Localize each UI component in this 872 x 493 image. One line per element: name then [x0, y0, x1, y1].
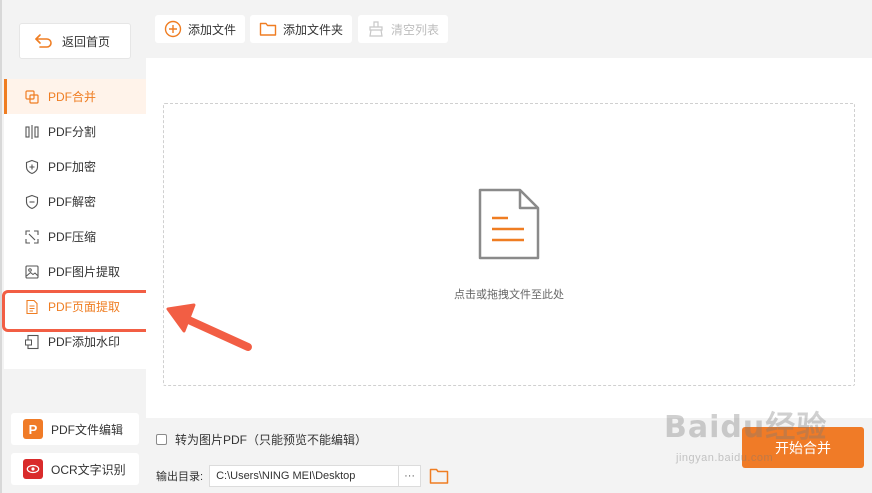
- compress-icon: [25, 229, 39, 244]
- shield-plus-icon: [25, 159, 39, 174]
- merge-icon: [25, 89, 39, 104]
- ocr-eye-icon: [23, 459, 43, 479]
- broom-icon: [369, 21, 383, 37]
- return-icon: [35, 34, 52, 48]
- watermark-url: jingyan.baidu.com: [676, 452, 774, 464]
- add-folder-label: 添加文件夹: [283, 22, 344, 37]
- file-list-area: 点击或拖拽文件至此处: [146, 58, 872, 418]
- nav-item-label: PDF图片提取: [48, 265, 121, 279]
- folder-icon: [259, 22, 277, 36]
- baidu-jingyan-watermark: Baidu经验: [664, 410, 828, 445]
- nav-item-pdf-compress[interactable]: PDF压缩: [4, 219, 146, 254]
- shield-minus-icon: [25, 194, 39, 209]
- pdf-editor-label: PDF文件编辑: [51, 422, 124, 437]
- convert-to-image-option[interactable]: 转为图片PDF（只能预览不能编辑）: [156, 431, 367, 448]
- nav-item-label: PDF压缩: [48, 230, 97, 244]
- nav-item-label: PDF添加水印: [48, 335, 121, 349]
- document-icon: [478, 188, 540, 260]
- image-icon: [25, 264, 39, 279]
- nav-item-label: PDF加密: [48, 160, 97, 174]
- ocr-button[interactable]: OCR文字识别: [11, 453, 139, 485]
- add-folder-button[interactable]: 添加文件夹: [250, 15, 353, 43]
- nav-item-pdf-split[interactable]: PDF分割: [4, 114, 146, 149]
- ocr-label: OCR文字识别: [51, 462, 126, 477]
- add-file-label: 添加文件: [188, 22, 237, 37]
- nav-item-pdf-encrypt[interactable]: PDF加密: [4, 149, 146, 184]
- nav-item-pdf-merge[interactable]: PDF合并: [4, 79, 146, 114]
- pdf-editor-logo-icon: P: [23, 419, 43, 439]
- annotation-arrow-icon: [166, 303, 252, 351]
- pdf-editor-button[interactable]: P PDF文件编辑: [11, 413, 139, 445]
- nav-item-label: PDF解密: [48, 195, 97, 209]
- nav-item-label: PDF分割: [48, 125, 97, 139]
- add-file-button[interactable]: 添加文件: [155, 15, 246, 43]
- back-home-label: 返回首页: [62, 34, 111, 49]
- watermark-icon: [25, 334, 39, 349]
- sidebar: 返回首页 PDF合并 PDF分割 PDF加密 PDF解密 PDF压缩 PDF图片…: [0, 0, 152, 493]
- clear-list-button[interactable]: 清空列表: [358, 15, 449, 43]
- drop-hint: 点击或拖拽文件至此处: [454, 289, 564, 301]
- back-home-button[interactable]: 返回首页: [19, 23, 131, 59]
- add-circle-icon: [164, 20, 182, 38]
- convert-to-image-label: 转为图片PDF（只能预览不能编辑）: [175, 433, 368, 447]
- open-folder-icon[interactable]: [429, 467, 449, 485]
- drop-zone[interactable]: 点击或拖拽文件至此处: [163, 103, 855, 386]
- browse-button[interactable]: ···: [399, 465, 422, 487]
- output-directory-label: 输出目录:: [156, 471, 204, 483]
- nav-item-pdf-image-extract[interactable]: PDF图片提取: [4, 254, 146, 289]
- split-icon: [25, 124, 39, 139]
- output-path-field[interactable]: C:\Users\NING MEI\Desktop: [209, 465, 400, 487]
- nav-item-label: PDF合并: [48, 90, 97, 104]
- nav-item-pdf-decrypt[interactable]: PDF解密: [4, 184, 146, 219]
- output-directory-row: 输出目录: C:\Users\NING MEI\Desktop ···: [156, 465, 449, 487]
- annotation-highlight-box: [2, 290, 152, 332]
- convert-to-image-checkbox[interactable]: [156, 434, 167, 445]
- clear-list-label: 清空列表: [391, 22, 440, 37]
